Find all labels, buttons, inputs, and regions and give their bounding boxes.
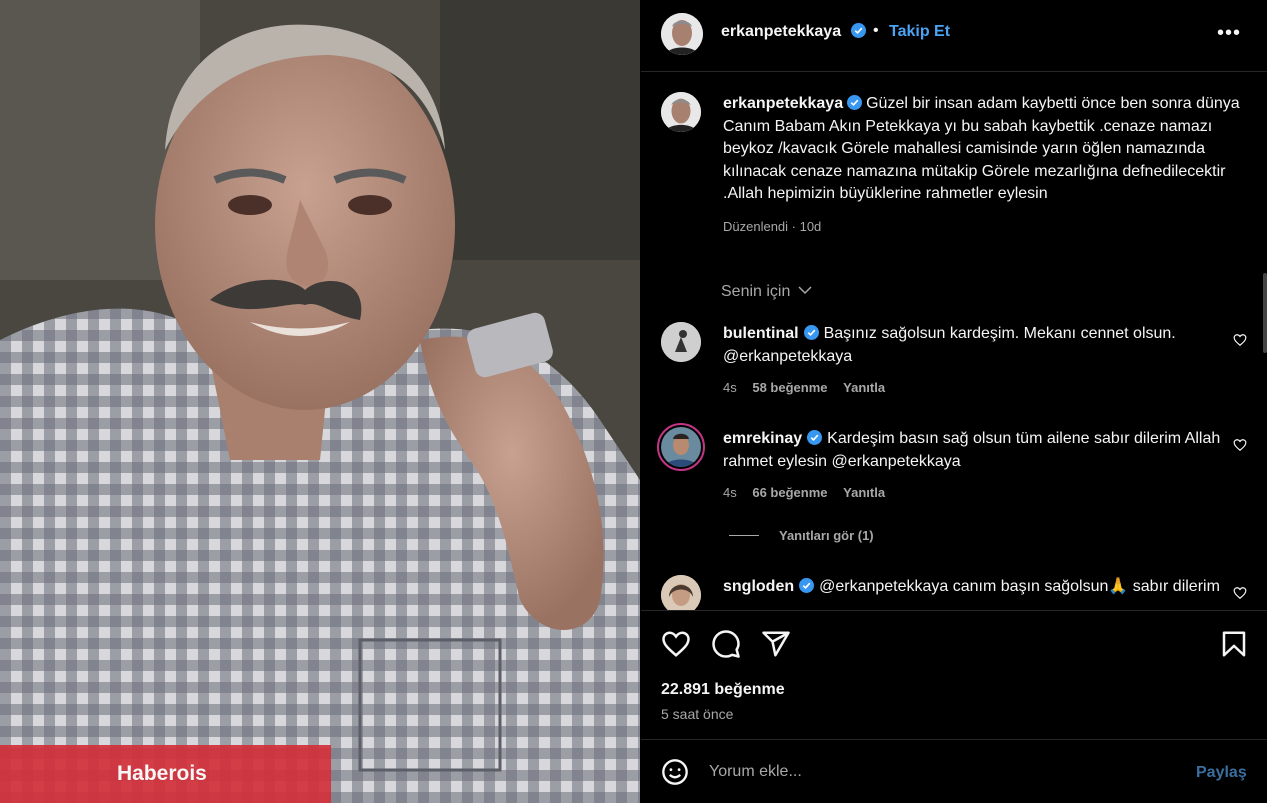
post-comment-button[interactable]: Paylaş (1196, 764, 1247, 782)
comment-avatar-image (661, 575, 701, 610)
verified-badge-icon (847, 95, 863, 110)
author-username-text[interactable]: erkanpetekkaya (721, 23, 841, 40)
comment-input[interactable] (709, 758, 1159, 786)
comment-username[interactable]: sngloden (723, 578, 794, 595)
comment-item: sngloden @erkanpetekkaya canım başın sağo… (723, 575, 1223, 598)
post-caption: erkanpetekkaya Güzel bir insan adam kaybe… (723, 93, 1248, 238)
watermark-badge: Haberois (0, 745, 331, 803)
header-separator: • (873, 22, 879, 39)
caption-avatar[interactable] (661, 92, 701, 132)
verified-badge-icon (850, 23, 866, 38)
comment-avatar-image (661, 427, 701, 467)
comment-avatar[interactable] (661, 575, 701, 610)
comments-scroll-area[interactable]: erkanpetekkaya Güzel bir insan adam kaybe… (641, 73, 1267, 610)
comment-avatar-image (661, 322, 701, 362)
author-avatar[interactable] (661, 13, 703, 55)
post-photo-illustration (0, 0, 640, 803)
heart-icon[interactable] (1233, 438, 1247, 452)
comment-age: 4s (723, 380, 737, 395)
like-count[interactable]: 22.891 beğenme (661, 681, 785, 699)
comment-avatar[interactable] (657, 423, 705, 471)
caption-avatar-image (661, 92, 701, 132)
post-photo[interactable]: Haberois (0, 0, 640, 803)
verified-badge-icon (799, 578, 815, 593)
post-side-panel: erkanpetekkaya • Takip Et ••• erkanpetek… (641, 0, 1267, 803)
view-replies-label[interactable]: Yanıtları gör (1) (779, 528, 874, 543)
sort-dropdown-label[interactable]: Senin için (721, 283, 790, 300)
verified-badge-icon (803, 325, 819, 340)
sort-dropdown[interactable]: Senin için (721, 283, 812, 301)
follow-button[interactable]: Takip Et (889, 23, 950, 41)
comment-avatar[interactable] (661, 322, 701, 362)
comment-composer: Paylaş (641, 739, 1267, 803)
comment-icon[interactable] (711, 629, 741, 659)
comment-username[interactable]: bulentinal (723, 325, 799, 342)
comment-item: bulentinal Başınız sağolsun kardeşim. Mek… (723, 322, 1223, 399)
comment-reply-button[interactable]: Yanıtla (843, 485, 885, 500)
heart-icon[interactable] (1233, 586, 1247, 600)
verified-badge-icon (807, 430, 823, 445)
share-icon[interactable] (761, 629, 791, 659)
scrollbar-thumb[interactable] (1263, 273, 1267, 353)
author-avatar-image (661, 13, 703, 55)
post-actions: 22.891 beğenme 5 saat önce (641, 610, 1267, 738)
heart-icon[interactable] (661, 629, 691, 659)
comment-like-count[interactable]: 66 beğenme (752, 485, 827, 500)
emoji-icon[interactable] (661, 758, 689, 786)
post-header: erkanpetekkaya • Takip Et ••• (641, 0, 1267, 72)
comment-username[interactable]: emrekinay (723, 430, 802, 447)
chevron-down-icon (798, 286, 812, 295)
comment-reply-button[interactable]: Yanıtla (843, 380, 885, 395)
comment-meta: 4s 66 beğenme Yanıtla (723, 481, 1223, 504)
heart-icon[interactable] (1233, 333, 1247, 347)
comment-text: @erkanpetekkaya canım başın sağolsun🙏 sa… (819, 578, 1220, 595)
view-replies-button[interactable]: Yanıtları gör (1) (729, 528, 874, 543)
comment-like-count[interactable]: 58 beğenme (752, 380, 827, 395)
more-options-icon[interactable]: ••• (1217, 22, 1241, 45)
comment-meta: 4s 58 beğenme Yanıtla (723, 376, 1223, 399)
comment-age: 4s (723, 485, 737, 500)
caption-username[interactable]: erkanpetekkaya (723, 95, 843, 112)
watermark-text: Haberois (117, 762, 207, 785)
post-time: 5 saat önce (661, 706, 734, 722)
replies-divider (729, 535, 759, 536)
caption-meta: Düzenlendi · 10d (723, 218, 822, 234)
author-username[interactable]: erkanpetekkaya (721, 23, 866, 41)
bookmark-icon[interactable] (1219, 629, 1249, 659)
comment-item: emrekinay Kardeşim basın sağ olsun tüm ai… (723, 427, 1223, 504)
